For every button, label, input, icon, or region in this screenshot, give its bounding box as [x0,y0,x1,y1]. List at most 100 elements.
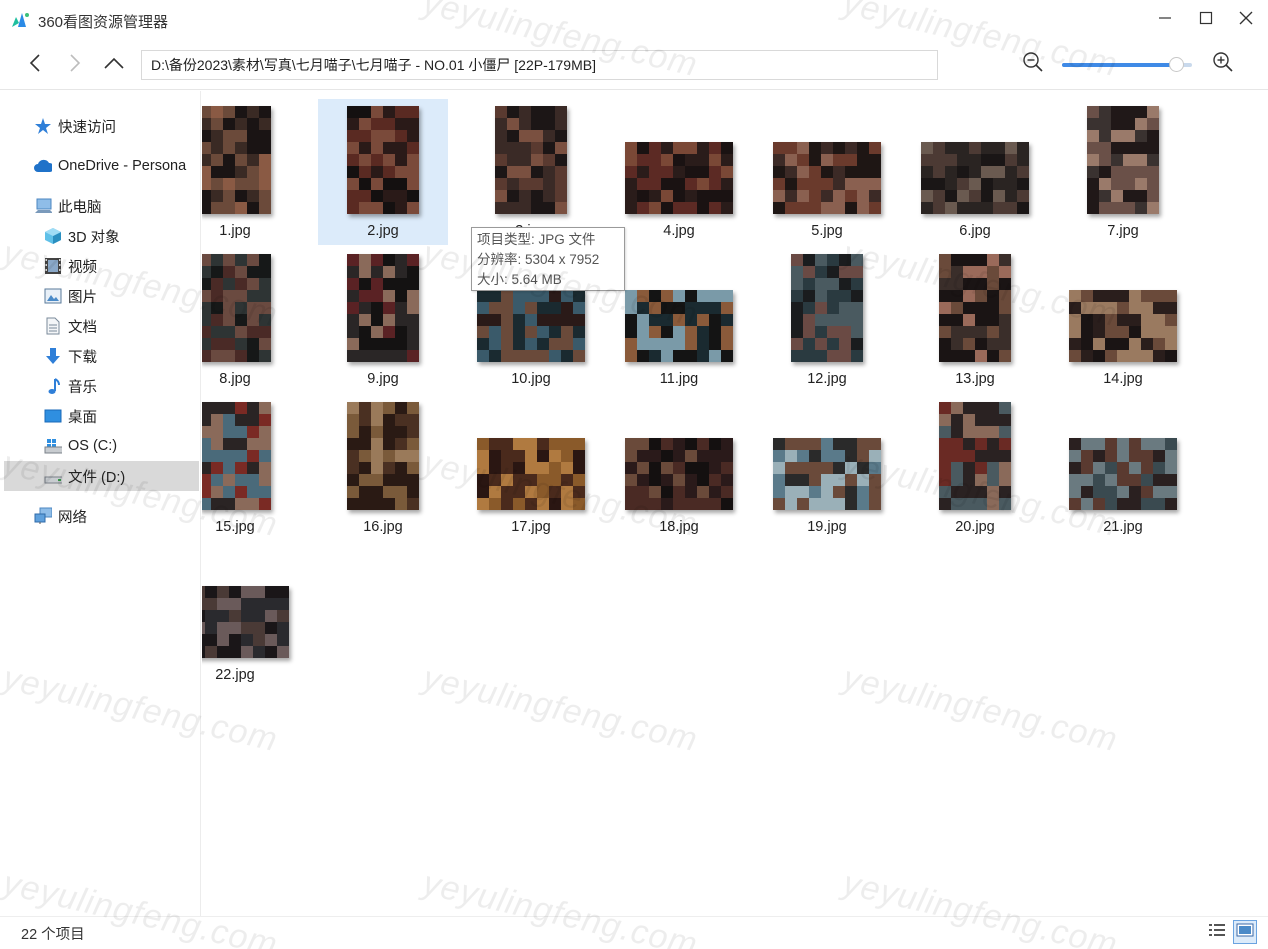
picture-icon [44,287,62,305]
file-tile[interactable]: 1.jpg [202,99,300,245]
file-tile[interactable]: 22.jpg [202,543,300,689]
close-button[interactable] [1232,8,1260,32]
file-tile[interactable]: 17.jpg [466,395,596,541]
file-tile[interactable]: 4.jpg [614,99,744,245]
file-tile[interactable]: 16.jpg [318,395,448,541]
app-title: 360看图资源管理器 [38,14,169,31]
pin-star-icon [34,117,52,135]
sidebar-item-label: 快速访问 [58,119,116,136]
sidebar-item-documents[interactable]: 文档 [4,311,199,341]
back-button[interactable] [22,52,48,78]
item-count: 22 个项目 [21,927,85,943]
file-thumbnail [625,290,733,362]
file-name-label: 15.jpg [215,519,255,535]
file-tile[interactable]: 7.jpg [1058,99,1188,245]
file-name-label: 12.jpg [807,371,847,387]
zoom-in-icon [1212,51,1234,78]
sidebar-item-label: 网络 [58,509,87,526]
file-tile[interactable]: 15.jpg [202,395,300,541]
document-icon [44,317,62,335]
network-icon [34,507,52,525]
chevron-left-icon [27,53,43,78]
zoom-out-icon [1022,51,1044,78]
up-button[interactable] [101,52,127,78]
app-logo-icon [10,11,30,29]
sidebar-item-3d-objects[interactable]: 3D 对象 [4,221,199,251]
sidebar-item-drive-c[interactable]: OS (C:) [4,431,199,461]
file-thumbnail [625,438,733,510]
file-thumbnail [773,438,881,510]
file-thumbnail [1087,106,1159,214]
file-thumbnail [1069,290,1177,362]
file-name-label: 17.jpg [511,519,551,535]
file-name-label: 19.jpg [807,519,847,535]
sidebar-item-this-pc[interactable]: 此电脑 [4,191,199,221]
file-tile[interactable]: 18.jpg [614,395,744,541]
file-thumbnail [625,142,733,214]
file-tile[interactable]: 14.jpg [1058,247,1188,393]
file-name-label: 10.jpg [511,371,551,387]
file-tile[interactable]: 9.jpg [318,247,448,393]
sidebar-item-quick-access[interactable]: 快速访问 [4,111,199,141]
sidebar-item-label: 下载 [68,349,97,366]
film-icon [44,257,62,275]
file-grid: 1.jpg 2.jpg 3.jpg 4.jpg 5.jpg 6.jpg 7.jpg 8.jpg… [202,91,1268,916]
path-address-field[interactable]: D:\备份2023\素材\写真\七月喵子\七月喵子 - NO.01 小僵尸 [2… [141,50,938,80]
thumbnail-view-button[interactable] [1233,920,1257,944]
forward-button[interactable] [62,52,88,78]
file-thumbnail [347,254,419,362]
file-name-label: 7.jpg [1107,223,1139,239]
details-view-button[interactable] [1205,920,1229,944]
file-tile[interactable]: 20.jpg [910,395,1040,541]
download-arrow-icon [44,347,62,365]
file-thumbnail [495,106,567,214]
file-thumbnail [477,290,585,362]
file-thumbnail [202,402,271,510]
sidebar-item-network[interactable]: 网络 [4,501,199,531]
file-tile[interactable]: 21.jpg [1058,395,1188,541]
music-note-icon [44,377,62,395]
file-tile[interactable]: 19.jpg [762,395,892,541]
minimize-button[interactable] [1151,8,1179,32]
file-tile[interactable]: 11.jpg [614,247,744,393]
file-thumbnail [477,438,585,510]
computer-icon [34,197,52,215]
file-thumbnail [202,254,271,362]
sidebar-item-label: 3D 对象 [68,229,120,246]
file-name-label: 9.jpg [367,371,399,387]
title-bar: 360看图资源管理器 [0,0,1268,40]
file-tile[interactable]: 12.jpg [762,247,892,393]
file-tile[interactable]: 8.jpg [202,247,300,393]
sidebar-item-drive-d[interactable]: 文件 (D:) [4,461,199,491]
zoom-slider[interactable] [1062,57,1192,72]
file-tile[interactable]: 3.jpg [466,99,596,245]
maximize-button[interactable] [1192,8,1220,32]
sidebar-item-onedrive[interactable]: OneDrive - Persona [4,151,199,181]
file-name-label: 2.jpg [367,223,399,239]
sidebar-item-downloads[interactable]: 下载 [4,341,199,371]
zoom-in-button[interactable] [1211,51,1235,78]
sidebar-item-videos[interactable]: 视频 [4,251,199,281]
details-view-icon [1208,923,1226,942]
file-name-label: 18.jpg [659,519,699,535]
file-name-label: 8.jpg [219,371,251,387]
sidebar-item-desktop[interactable]: 桌面 [4,401,199,431]
file-tile[interactable]: 6.jpg [910,99,1040,245]
zoom-out-button[interactable] [1021,51,1045,78]
file-tile[interactable]: 5.jpg [762,99,892,245]
file-info-tooltip: 项目类型: JPG 文件 分辨率: 5304 x 7952 大小: 5.64 M… [471,227,625,291]
file-tile[interactable]: 13.jpg [910,247,1040,393]
sidebar-item-music[interactable]: 音乐 [4,371,199,401]
file-tile[interactable]: 2.jpg [318,99,448,245]
sidebar-item-label: OS (C:) [68,438,118,454]
file-thumbnail [773,142,881,214]
tooltip-type: 项目类型: JPG 文件 [477,232,596,247]
file-thumbnail [921,142,1029,214]
sidebar-item-pictures[interactable]: 图片 [4,281,199,311]
file-name-label: 1.jpg [219,223,251,239]
cube-3d-icon [44,227,62,245]
desktop-icon [44,407,62,425]
status-bar: 22 个项目 [0,916,1268,949]
close-icon [1239,11,1253,30]
windows-drive-icon [44,437,62,455]
